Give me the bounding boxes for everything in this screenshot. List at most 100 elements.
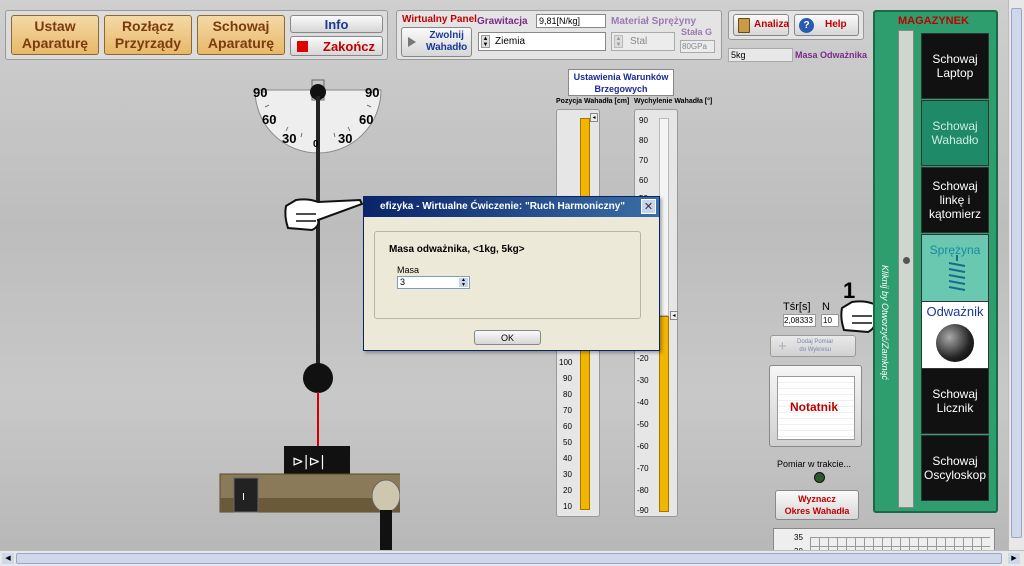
material-select[interactable]: ▲ ▼ Stal <box>611 32 675 51</box>
tick-label: 80 <box>563 390 572 399</box>
pomiar-status: Pomiar w trakcie... <box>777 459 852 469</box>
schowaj-oscyloskop-button[interactable]: Schowaj Oscyloskop <box>921 435 989 501</box>
schowaj-linke-button[interactable]: Schowaj linkę i kątomierz <box>921 167 989 233</box>
notatnik-label: Notatnik <box>790 400 838 414</box>
schowaj-aparature-button[interactable]: Schowaj Aparaturę <box>197 15 285 55</box>
switch <box>233 477 259 513</box>
zwolnij-wahadlo-button[interactable]: Zwolnij Wahadło <box>401 27 472 57</box>
tick-label: -60 <box>637 442 649 451</box>
protractor-label-30-left: 30 <box>282 131 297 146</box>
tick-label: -80 <box>637 486 649 495</box>
help-icon: ? <box>799 18 814 33</box>
tick-label: 90 <box>639 116 648 125</box>
tsr-label: Tśr[s] <box>783 301 811 313</box>
odwaznik-button[interactable]: Odważnik <box>921 301 989 370</box>
n-value: 10 <box>821 314 839 327</box>
tick-label: 60 <box>639 176 648 185</box>
dialog-prompt: Masa odważnika, <1kg, 5kg> <box>389 244 525 255</box>
masa-label: Masa Odważnika <box>795 50 868 60</box>
protractor-label-90-left: 90 <box>253 85 268 100</box>
masa-input[interactable]: 3 ▲ ▼ <box>397 276 470 289</box>
mass-dialog: efizyka - Wirtualne Ćwiczenie: "Ruch Har… <box>363 196 660 351</box>
wyznacz-okres-button[interactable]: Wyznacz Okres Wahadła <box>775 490 859 520</box>
horizontal-scrollbar[interactable]: ◀ ▶ <box>0 550 1024 566</box>
wychylenie-label: Wychylenie Wahadła [°] <box>634 98 713 105</box>
n-label: N <box>822 301 830 313</box>
masa-field-label: Masa <box>397 265 420 275</box>
protractor-label-0: 0 <box>313 139 319 150</box>
strip-knob-icon <box>903 257 910 264</box>
tick-label: -70 <box>637 464 649 473</box>
masa-field[interactable]: 5kg <box>728 48 793 62</box>
slider-thumb-icon[interactable]: ◂ <box>590 113 598 122</box>
help-button[interactable]: ? Help <box>794 14 859 36</box>
spinner-icon[interactable]: ▲ ▼ <box>459 278 468 288</box>
tick-label: 80 <box>639 136 648 145</box>
plus-icon: + <box>778 338 787 355</box>
notatnik-button[interactable]: Notatnik <box>769 365 862 447</box>
protractor-label-90-right: 90 <box>365 85 380 100</box>
tick-label: -20 <box>637 354 649 363</box>
ok-button[interactable]: OK <box>474 330 541 345</box>
tick-label: -40 <box>637 398 649 407</box>
mag-item-label: Schowaj Oscyloskop <box>923 454 987 482</box>
tick-label: 100 <box>559 358 573 367</box>
tick-label: 10 <box>563 502 572 511</box>
stop-icon <box>297 41 308 52</box>
stala-g-value: 80GPa <box>680 40 715 53</box>
tick-label: -30 <box>637 376 649 385</box>
wychylenie-top-ticks: 90 80 70 60 50 <box>639 116 659 206</box>
power-icon: I <box>242 492 245 503</box>
tick-label: 70 <box>639 156 648 165</box>
spring-icon <box>948 255 966 291</box>
weight-ball-icon <box>936 324 974 362</box>
mag-item-label: Schowaj Wahadło <box>931 119 979 147</box>
vertical-scrollbar[interactable] <box>1008 0 1024 550</box>
schowaj-wahadlo-button[interactable]: Schowaj Wahadło <box>921 100 989 166</box>
protractor-label-60-left: 60 <box>262 112 277 127</box>
zwolnij-label: Zwolnij Wahadło <box>426 30 468 53</box>
protractor-label-30-right: 30 <box>338 131 353 146</box>
planet-value: Ziemia <box>495 36 526 47</box>
analiza-button[interactable]: Analiza <box>733 14 789 36</box>
tick-label: 20 <box>563 486 572 495</box>
mag-item-label: Schowaj Licznik <box>932 387 978 415</box>
rozlacz-przyrzady-button[interactable]: Rozłącz Przyrządy <box>104 15 192 55</box>
schowaj-licznik-button[interactable]: Schowaj Licznik <box>921 368 989 434</box>
wirtualny-panel-label: Wirtualny Panel <box>402 14 477 25</box>
close-icon[interactable]: ✕ <box>641 199 656 214</box>
stala-g-label: Stała G <box>681 27 713 37</box>
scroll-thumb[interactable] <box>1011 8 1022 538</box>
grawitacja-label: Grawitacja <box>477 16 528 27</box>
dodaj-pomiar-button[interactable]: + Dodaj Pomiar do Wykresu <box>770 335 856 357</box>
slider-thumb-icon[interactable]: ◂ <box>670 311 678 320</box>
sprezyna-button[interactable]: Sprężyna <box>921 234 989 308</box>
protractor-label-60-right: 60 <box>359 112 374 127</box>
zakoncz-label: Zakończ <box>323 39 376 54</box>
tick-label: 40 <box>563 454 572 463</box>
spin-icon: ▲ ▼ <box>614 35 623 48</box>
scroll-left-icon[interactable]: ◀ <box>2 553 14 564</box>
schowaj-laptop-button[interactable]: Schowaj Laptop <box>921 33 989 99</box>
tick-label: -90 <box>637 506 649 515</box>
red-wire <box>317 392 319 447</box>
scroll-right-icon[interactable]: ▶ <box>1008 553 1020 564</box>
wychylenie-fill <box>659 316 669 512</box>
tick-label: 50 <box>563 438 572 447</box>
grawitacja-value: 9,81[N/kg] <box>536 14 606 28</box>
wychylenie-bottom-ticks: -20 -30 -40 -50 -60 -70 -80 -90 <box>637 354 659 515</box>
dialog-body-frame: Masa odważnika, <1kg, 5kg> Masa 3 ▲ ▼ <box>374 231 641 319</box>
analiza-label: Analiza <box>754 19 790 30</box>
scroll-thumb[interactable] <box>16 553 1002 564</box>
magazynek-toggle-strip[interactable] <box>898 30 914 508</box>
dodaj-label: Dodaj Pomiar do Wykresu <box>797 339 834 353</box>
pozycja-label: Pozycja Wahadła [cm] <box>556 98 630 105</box>
zakoncz-button[interactable]: Zakończ <box>290 36 383 56</box>
ustaw-aparature-button[interactable]: Ustaw Aparaturę <box>11 15 99 55</box>
spin-icon: ▲ ▼ <box>481 35 490 48</box>
tick-label: 60 <box>563 422 572 431</box>
dialog-titlebar[interactable]: efizyka - Wirtualne Ćwiczenie: "Ruch Har… <box>364 197 659 217</box>
planet-select[interactable]: ▲ ▼ Ziemia <box>478 32 606 51</box>
info-button[interactable]: Info <box>290 15 383 33</box>
material-label: Materiał Sprężyny <box>611 16 697 27</box>
